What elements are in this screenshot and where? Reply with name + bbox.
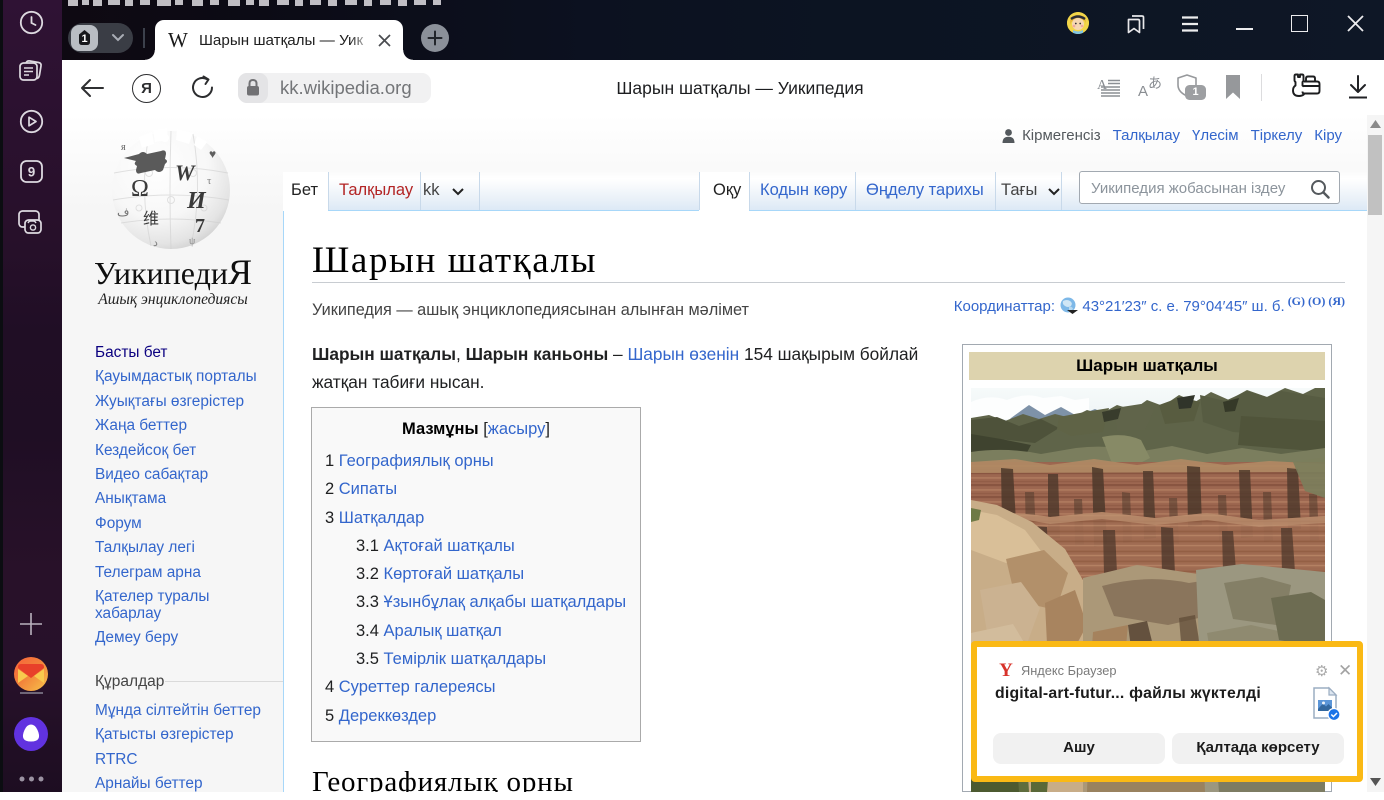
svg-text:♥: ♥ — [209, 147, 216, 161]
svg-text:7: 7 — [195, 215, 205, 237]
svg-text:1: 1 — [81, 33, 87, 45]
svg-text:W: W — [175, 160, 196, 185]
svg-text:τ: τ — [207, 175, 212, 187]
svg-text:あ: あ — [1148, 75, 1162, 91]
svg-text:я: я — [121, 142, 126, 153]
svg-text:И: И — [186, 188, 207, 214]
svg-text:9: 9 — [28, 165, 36, 180]
svg-text:د: د — [153, 237, 158, 249]
svg-text:ف: ف — [117, 205, 129, 219]
svg-text:维: 维 — [143, 210, 159, 228]
svg-text:Ω: Ω — [131, 176, 149, 202]
svg-text:A: A — [1097, 78, 1108, 93]
svg-text:ψ: ψ — [189, 236, 196, 247]
svg-text:A: A — [1138, 83, 1148, 100]
